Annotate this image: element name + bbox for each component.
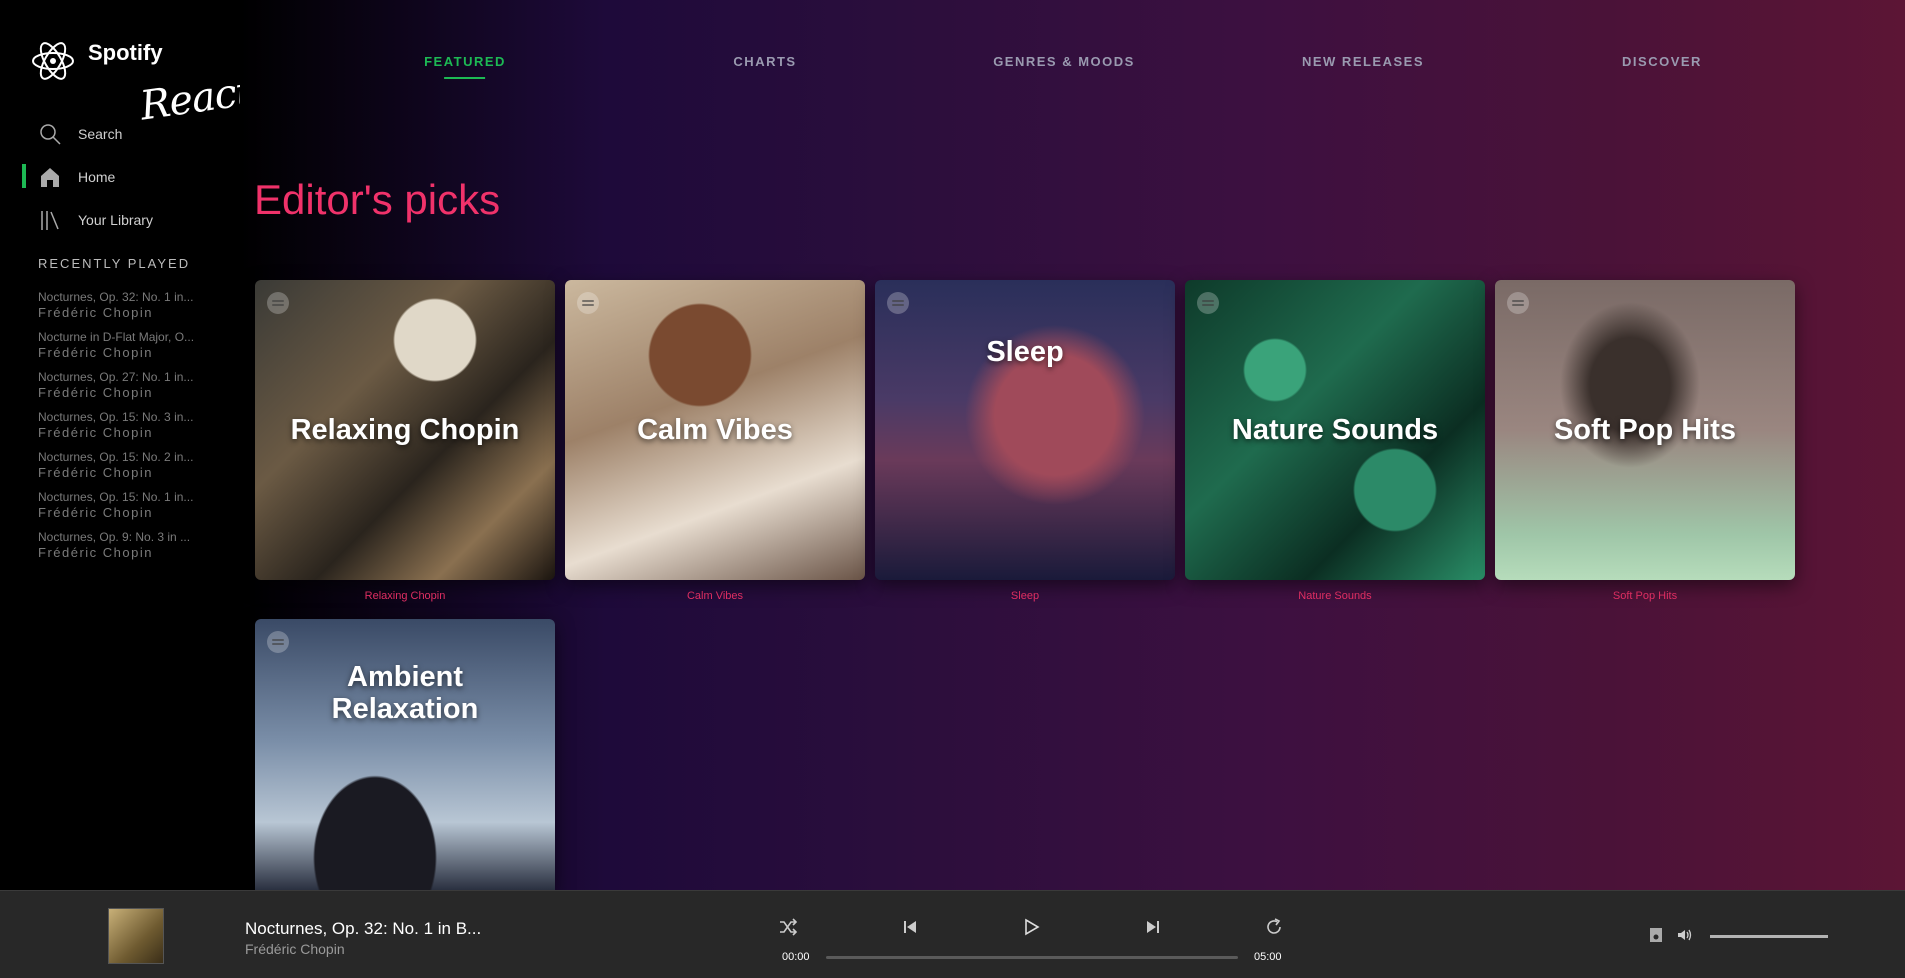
tab-charts[interactable]: CHARTS (733, 54, 796, 69)
spotify-icon (1197, 292, 1219, 314)
playlist-caption: Sleep (1010, 590, 1040, 602)
recent-artist: Frédéric Chopin (38, 305, 153, 320)
playlist-caption: Nature Sounds (1298, 590, 1372, 602)
next-button[interactable] (1143, 917, 1163, 937)
recently-played-list: Nocturnes, Op. 32: No. 1 in... Frédéric C… (38, 290, 208, 570)
playlist-cover-title: Soft Pop Hits (1553, 414, 1737, 446)
sidebar-item-label: Home (78, 168, 116, 185)
sidebar-item-label: Your Library (78, 211, 153, 228)
volume-fill (1710, 935, 1828, 938)
search-icon (40, 123, 61, 145)
spotify-icon (267, 631, 289, 653)
list-item[interactable]: Nocturne in D-Flat Major, O... Frédéric C… (38, 330, 208, 370)
previous-button[interactable] (900, 917, 920, 937)
skip-back-icon (904, 921, 916, 933)
total-time: 05:00 (1254, 951, 1282, 963)
recent-artist: Frédéric Chopin (38, 385, 153, 400)
repeat-icon (1267, 918, 1281, 934)
now-playing-title[interactable]: Nocturnes, Op. 32: No. 1 in B... (245, 919, 481, 939)
page-title: Editor's picks (254, 176, 501, 223)
playlist-cover: Nature Sounds (1185, 280, 1485, 580)
recent-title: Nocturnes, Op. 27: No. 1 in... (38, 370, 194, 384)
play-button[interactable] (1021, 917, 1041, 937)
library-icon (41, 210, 59, 230)
playlist-card[interactable]: Calm Vibes Calm Vibes (565, 280, 865, 602)
spotify-icon (267, 292, 289, 314)
recently-played-title: RECENTLY PLAYED (38, 256, 191, 271)
recent-artist: Frédéric Chopin (38, 505, 153, 520)
playlist-cover: Relaxing Chopin (255, 280, 555, 580)
playlist-caption: Soft Pop Hits (1612, 590, 1678, 602)
volume-button[interactable] (1676, 927, 1692, 943)
sidebar-item-search[interactable]: Search (0, 112, 240, 155)
spotify-icon (577, 292, 599, 314)
recent-artist: Frédéric Chopin (38, 465, 153, 480)
playlist-cover-title: Sleep (986, 336, 1064, 368)
playlist-card[interactable]: Soft Pop Hits Soft Pop Hits (1495, 280, 1795, 602)
playlist-cover: Ambient Relaxation (255, 619, 555, 890)
progress-bar[interactable] (826, 956, 1238, 959)
recent-artist: Frédéric Chopin (38, 545, 153, 560)
list-item[interactable]: Nocturnes, Op. 15: No. 3 in... Frédéric C… (38, 410, 208, 450)
playlist-cover-title: Nature Sounds (1231, 414, 1439, 446)
playlist-cover-title: Relaxing Chopin (290, 414, 520, 446)
list-item[interactable]: Nocturnes, Op. 32: No. 1 in... Frédéric C… (38, 290, 208, 330)
volume-slider[interactable] (1710, 935, 1828, 938)
tab-genres-moods[interactable]: GENRES & MOODS (993, 54, 1135, 69)
app-name: Spotify (88, 40, 163, 65)
playlist-card[interactable]: Relaxing Chopin Relaxing Chopin (255, 280, 555, 602)
playlist-card[interactable]: Sleep Sleep (875, 280, 1175, 602)
shuffle-button[interactable] (778, 917, 798, 937)
logo[interactable]: Spotify (30, 36, 163, 86)
list-item[interactable]: Nocturnes, Op. 9: No. 3 in ... Frédéric C… (38, 530, 208, 570)
list-item[interactable]: Nocturnes, Op. 15: No. 1 in... Frédéric C… (38, 490, 208, 530)
atom-icon (32, 42, 74, 80)
playlist-cover-title: Calm Vibes (637, 414, 793, 446)
recent-title: Nocturnes, Op. 15: No. 2 in... (38, 450, 194, 464)
spotify-icon (887, 292, 909, 314)
tab-featured[interactable]: FEATURED (424, 54, 506, 79)
album-art[interactable] (108, 908, 164, 964)
sidebar-item-home[interactable]: Home (0, 155, 240, 198)
recent-title: Nocturnes, Op. 15: No. 1 in... (38, 490, 194, 504)
playlist-card[interactable]: Ambient Relaxation (255, 619, 555, 890)
list-item[interactable]: Nocturnes, Op. 27: No. 1 in... Frédéric C… (38, 370, 208, 410)
playlist-cover: Calm Vibes (565, 280, 865, 580)
sidebar-nav: Search Home Your Library (0, 112, 240, 241)
player-bar: Nocturnes, Op. 32: No. 1 in B... Frédéri… (0, 890, 1905, 978)
skip-forward-icon (1147, 921, 1159, 933)
now-playing-artist[interactable]: Frédéric Chopin (245, 941, 345, 957)
recent-artist: Frédéric Chopin (38, 345, 153, 360)
play-icon (1025, 918, 1040, 936)
tab-new-releases[interactable]: NEW RELEASES (1302, 54, 1424, 69)
recent-title: Nocturnes, Op. 15: No. 3 in... (38, 410, 194, 424)
queue-button[interactable] (1648, 927, 1664, 943)
playlist-cover-title: Ambient Relaxation (331, 661, 479, 725)
sidebar-item-library[interactable]: Your Library (0, 198, 240, 241)
recent-title: Nocturnes, Op. 9: No. 3 in ... (38, 530, 191, 544)
sidebar: Spotify React Search Home Your Library R… (0, 0, 254, 890)
playlist-cover: Soft Pop Hits (1495, 280, 1795, 580)
playlist-caption: Relaxing Chopin (364, 590, 446, 602)
shuffle-icon (780, 918, 798, 936)
home-icon (41, 167, 59, 187)
sidebar-item-label: Search (78, 125, 123, 142)
recent-artist: Frédéric Chopin (38, 425, 153, 440)
repeat-button[interactable] (1264, 917, 1284, 937)
volume-icon (1678, 929, 1692, 941)
device-icon (1650, 928, 1662, 942)
recent-title: Nocturnes, Op. 32: No. 1 in... (38, 290, 194, 304)
main-content: FEATURED CHARTS GENRES & MOODS NEW RELEA… (240, 0, 1905, 890)
playlist-cover: Sleep (875, 280, 1175, 580)
elapsed-time: 00:00 (782, 951, 810, 963)
tab-discover[interactable]: DISCOVER (1622, 54, 1702, 69)
recent-title: Nocturne in D-Flat Major, O... (38, 330, 195, 344)
spotify-icon (1507, 292, 1529, 314)
playlist-caption: Calm Vibes (686, 590, 744, 602)
playlist-card[interactable]: Nature Sounds Nature Sounds (1185, 280, 1485, 602)
list-item[interactable]: Nocturnes, Op. 15: No. 2 in... Frédéric C… (38, 450, 208, 490)
